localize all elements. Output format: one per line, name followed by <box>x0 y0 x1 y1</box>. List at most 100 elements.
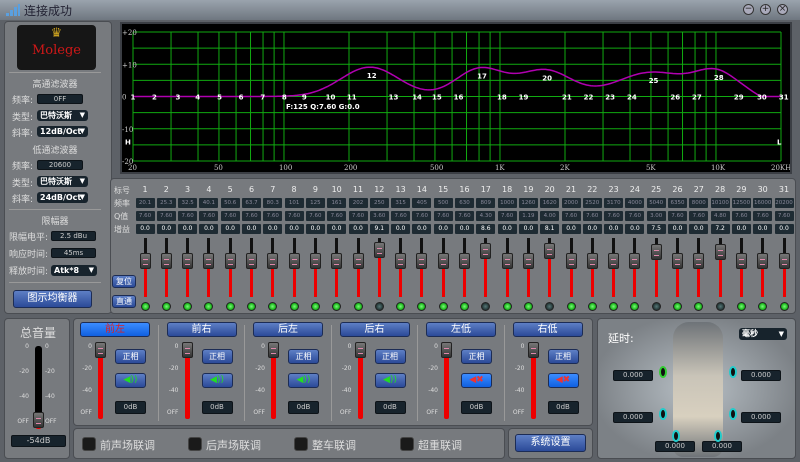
eq-slider-handle[interactable] <box>501 253 513 269</box>
hp-slope-select[interactable]: 12dB/Oct ▼ <box>37 126 88 137</box>
eq-slider-handle[interactable] <box>437 253 449 269</box>
phase-button[interactable]: 正相 <box>288 349 319 364</box>
eq-band-led[interactable] <box>630 302 640 311</box>
eq-band-q[interactable]: 7.60 <box>391 211 411 221</box>
eq-band-led[interactable] <box>609 302 619 311</box>
phase-button[interactable]: 正相 <box>547 349 579 364</box>
minimize-button[interactable]: − <box>743 4 754 15</box>
maximize-button[interactable]: + <box>760 4 771 15</box>
eq-band-freq[interactable]: 80.3 <box>263 198 283 208</box>
eq-band-q[interactable]: 3.00 <box>646 211 666 221</box>
eq-band-freq[interactable]: 8000 <box>689 198 709 208</box>
eq-band-freq[interactable]: 10100 <box>710 198 730 208</box>
eq-band-freq[interactable]: 6350 <box>668 198 687 208</box>
eq-band-led[interactable] <box>715 302 725 311</box>
eq-band-led[interactable] <box>502 302 512 311</box>
eq-band-led[interactable] <box>140 302 150 311</box>
eq-slider-handle[interactable] <box>267 253 279 269</box>
eq-band-q[interactable]: 7.60 <box>412 211 432 221</box>
lp-slope-select[interactable]: 24dB/Oct ▼ <box>37 192 88 203</box>
eq-band-freq[interactable]: 16000 <box>753 198 773 208</box>
eq-band-q[interactable]: 7.60 <box>305 211 325 221</box>
eq-band-gain[interactable]: 0.0 <box>774 224 794 234</box>
eq-band-gain[interactable]: 0.0 <box>455 224 474 234</box>
eq-band-freq[interactable]: 630 <box>455 198 474 208</box>
eq-band-led[interactable] <box>417 302 427 311</box>
eq-band-gain[interactable]: 0.0 <box>135 224 155 234</box>
eq-band-q[interactable]: 7.60 <box>178 211 198 221</box>
channel-fader-handle[interactable] <box>95 342 106 358</box>
eq-band-gain[interactable]: 0.0 <box>561 224 581 234</box>
eq-band-gain[interactable]: 0.0 <box>433 224 453 234</box>
eq-band-freq[interactable]: 405 <box>412 198 432 208</box>
channel-fader-handle[interactable] <box>354 342 366 358</box>
eq-band-freq[interactable]: 4000 <box>625 198 645 208</box>
eq-band-freq[interactable]: 500 <box>433 198 453 208</box>
eq-band-freq[interactable]: 2520 <box>582 198 602 208</box>
eq-slider-handle[interactable] <box>693 253 705 269</box>
eq-band-q[interactable]: 3.60 <box>369 211 389 221</box>
master-volume-handle[interactable] <box>33 412 44 428</box>
eq-slider-handle[interactable] <box>160 253 172 269</box>
eq-band-gain[interactable]: 0.0 <box>178 224 198 234</box>
eq-band-q[interactable]: 7.60 <box>263 211 283 221</box>
speaker-muted-icon[interactable]: ◀✖ <box>461 373 492 388</box>
phase-button[interactable]: 正相 <box>374 349 406 364</box>
channel-select-button[interactable]: 后右 <box>339 322 410 337</box>
link-car-checkbox[interactable] <box>294 437 308 451</box>
eq-band-q[interactable]: 1.19 <box>518 211 538 221</box>
eq-slider-handle[interactable] <box>395 253 407 269</box>
speaker-icon[interactable]: ◀)) <box>374 373 406 388</box>
eq-slider-handle[interactable] <box>714 244 726 261</box>
eq-band-gain[interactable]: 0.0 <box>604 224 624 234</box>
eq-band-gain[interactable]: 0.0 <box>284 224 304 234</box>
eq-band-q[interactable]: 7.60 <box>242 211 261 221</box>
eq-band-freq[interactable]: 125 <box>305 198 325 208</box>
phase-button[interactable]: 正相 <box>201 349 233 364</box>
eq-band-led[interactable] <box>651 302 661 311</box>
eq-band-gain[interactable]: 8.1 <box>540 224 560 234</box>
eq-band-gain[interactable]: 0.0 <box>625 224 645 234</box>
eq-slider-handle[interactable] <box>246 253 257 269</box>
eq-band-freq[interactable]: 40.1 <box>199 198 219 208</box>
channel-fader-handle[interactable] <box>527 342 539 358</box>
eq-slider-handle[interactable] <box>331 253 343 269</box>
eq-band-q[interactable]: 7.60 <box>625 211 645 221</box>
speaker-icon[interactable]: ◀)) <box>201 373 233 388</box>
speaker-icon[interactable] <box>672 430 680 442</box>
eq-bypass-button[interactable]: 直通 <box>112 295 136 308</box>
eq-slider-handle[interactable] <box>288 253 300 269</box>
eq-slider-handle[interactable] <box>565 253 577 269</box>
link-front-checkbox[interactable] <box>82 437 96 451</box>
eq-band-led[interactable] <box>353 302 363 311</box>
eq-slider-handle[interactable] <box>459 253 470 269</box>
eq-band-freq[interactable]: 315 <box>391 198 411 208</box>
eq-band-gain[interactable]: 8.6 <box>476 224 496 234</box>
limiter-level-input[interactable]: 2.5 dBu <box>51 231 96 241</box>
eq-band-q[interactable]: 4.00 <box>540 211 560 221</box>
eq-band-led[interactable] <box>268 302 278 311</box>
eq-band-led[interactable] <box>310 302 320 311</box>
eq-band-led[interactable] <box>225 302 235 311</box>
eq-band-gain[interactable]: 0.0 <box>348 224 368 234</box>
eq-reset-button[interactable]: 复位 <box>112 275 136 288</box>
delay-input[interactable]: 0.000 <box>613 412 653 423</box>
eq-band-led[interactable] <box>438 302 448 311</box>
eq-band-freq[interactable]: 12500 <box>731 198 751 208</box>
eq-band-led[interactable] <box>481 302 491 311</box>
eq-band-q[interactable]: 7.60 <box>689 211 709 221</box>
delay-unit-select[interactable]: 毫秒 ▼ <box>739 328 787 340</box>
eq-band-freq[interactable]: 20.1 <box>135 198 155 208</box>
eq-band-led[interactable] <box>161 302 171 311</box>
speaker-icon[interactable]: ◀)) <box>288 373 319 388</box>
channel-select-button[interactable]: 左低 <box>426 322 496 337</box>
eq-band-freq[interactable]: 101 <box>284 198 304 208</box>
system-settings-button[interactable]: 系统设置 <box>515 434 586 452</box>
eq-band-q[interactable]: 7.60 <box>497 211 517 221</box>
link-rear-checkbox[interactable] <box>188 437 202 451</box>
eq-band-gain[interactable]: 0.0 <box>305 224 325 234</box>
eq-band-led[interactable] <box>694 302 704 311</box>
eq-band-gain[interactable]: 0.0 <box>263 224 283 234</box>
eq-slider-handle[interactable] <box>778 253 790 269</box>
eq-slider-handle[interactable] <box>352 253 364 269</box>
